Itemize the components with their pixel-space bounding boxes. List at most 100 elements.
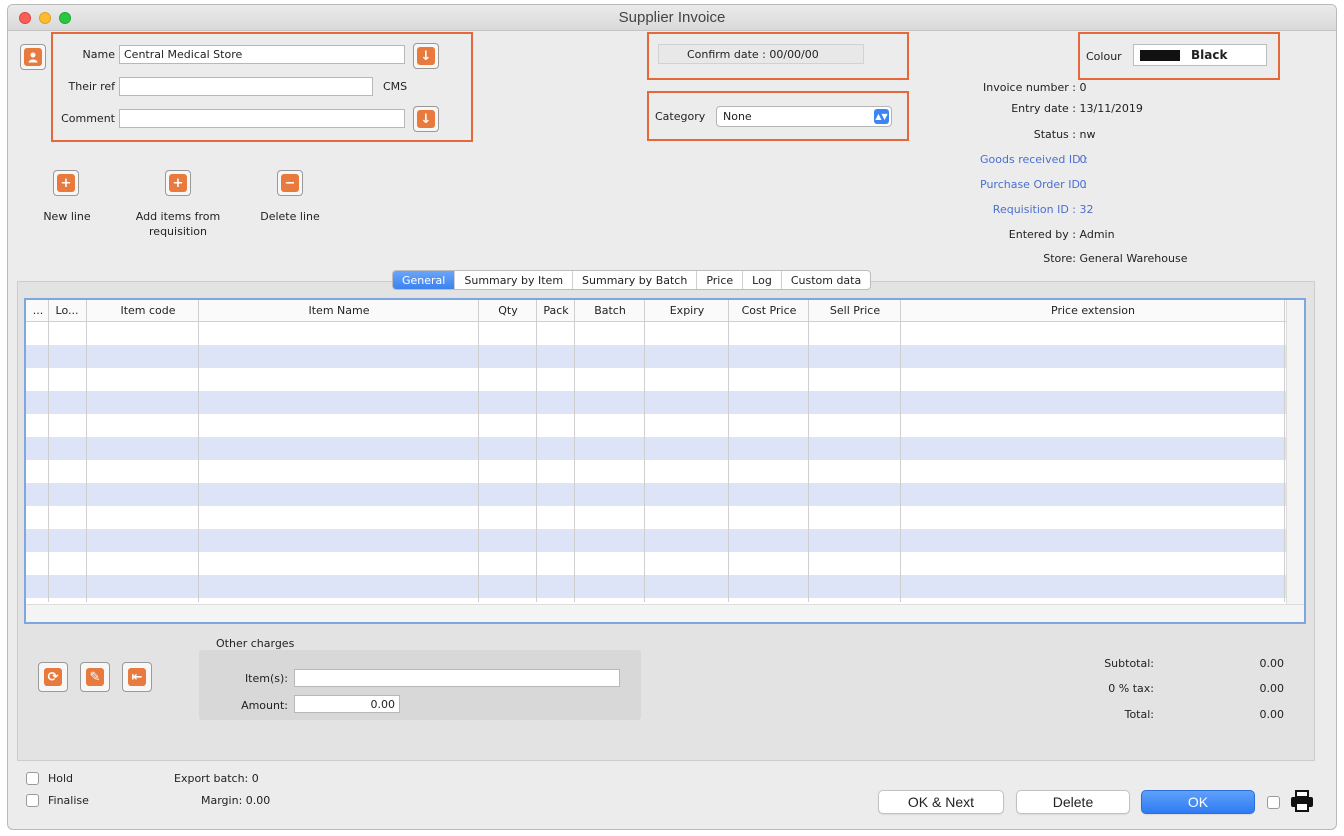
info-invoice-number: Invoice number : 0 bbox=[983, 81, 1087, 94]
invoice-lines-table[interactable]: ... Lo... Item code Item Name Qty Pack B… bbox=[24, 298, 1306, 624]
horizontal-scrollbar[interactable] bbox=[26, 604, 1304, 622]
tab-general[interactable]: General bbox=[393, 271, 456, 289]
info-entry-date: Entry date : 13/11/2019 bbox=[1011, 102, 1143, 115]
table-row[interactable] bbox=[26, 506, 1286, 529]
column-divider bbox=[574, 300, 575, 602]
column-header-expiry[interactable]: Expiry bbox=[646, 304, 728, 317]
print-checkbox[interactable] bbox=[1267, 796, 1280, 809]
tax-value: 0.00 bbox=[1259, 682, 1285, 695]
their-ref-field[interactable] bbox=[119, 77, 373, 96]
confirm-date-display: Confirm date : 00/00/00 bbox=[658, 44, 864, 64]
colour-select[interactable]: Black bbox=[1133, 44, 1267, 66]
minus-icon: − bbox=[281, 174, 299, 192]
table-row[interactable] bbox=[26, 460, 1286, 483]
arrow-down-icon: ↓ bbox=[417, 110, 435, 128]
info-requisition-id[interactable]: Requisition ID : 32 bbox=[980, 203, 1094, 216]
column-header-price-extension[interactable]: Price extension bbox=[902, 304, 1284, 317]
hold-label: Hold bbox=[48, 772, 74, 785]
comment-dropdown-button[interactable]: ↓ bbox=[413, 106, 439, 132]
finalise-checkbox[interactable] bbox=[26, 794, 39, 807]
tab-summary-by-item[interactable]: Summary by Item bbox=[455, 271, 574, 289]
other-charges-amount-label: Amount: bbox=[241, 699, 288, 712]
colour-swatch bbox=[1140, 50, 1180, 61]
name-field[interactable]: Central Medical Store bbox=[119, 45, 405, 64]
edit-button[interactable]: ✎ bbox=[80, 662, 110, 692]
column-header-cost-price[interactable]: Cost Price bbox=[730, 304, 808, 317]
info-goods-received-id[interactable]: Goods received ID : 0 bbox=[980, 153, 1088, 166]
column-header-item-name[interactable]: Item Name bbox=[200, 304, 478, 317]
tab-log[interactable]: Log bbox=[743, 271, 782, 289]
supplier-lookup-button[interactable] bbox=[20, 44, 46, 70]
tab-custom-data[interactable]: Custom data bbox=[782, 271, 870, 289]
add-items-label-1: Add items from bbox=[135, 210, 221, 223]
delete-button[interactable]: Delete bbox=[1016, 790, 1130, 814]
table-row[interactable] bbox=[26, 391, 1286, 414]
column-header-qty[interactable]: Qty bbox=[480, 304, 536, 317]
export-batch-text: Export batch: 0 bbox=[174, 772, 259, 785]
info-status: Status : nw bbox=[1033, 128, 1096, 141]
margin-text: Margin: 0.00 bbox=[201, 794, 271, 807]
hold-checkbox[interactable] bbox=[26, 772, 39, 785]
colour-value: Black bbox=[1191, 48, 1228, 62]
table-row[interactable] bbox=[26, 322, 1286, 345]
other-charges-items-field[interactable] bbox=[294, 669, 620, 687]
other-charges-amount-field[interactable]: 0.00 bbox=[294, 695, 400, 713]
tab-bar: General Summary by Item Summary by Batch… bbox=[392, 270, 872, 290]
table-row[interactable] bbox=[26, 529, 1286, 552]
vertical-scrollbar[interactable] bbox=[1286, 300, 1304, 622]
confirm-date-value: 00/00/00 bbox=[769, 48, 819, 61]
column-divider bbox=[808, 300, 809, 602]
table-row[interactable] bbox=[26, 437, 1286, 460]
total-value: 0.00 bbox=[1259, 708, 1285, 721]
column-divider bbox=[48, 300, 49, 602]
subtotal-value: 0.00 bbox=[1259, 657, 1285, 670]
plus-icon: + bbox=[57, 174, 75, 192]
column-header-pack[interactable]: Pack bbox=[538, 304, 574, 317]
delete-line-button[interactable]: − bbox=[277, 170, 303, 196]
column-header-marker[interactable]: ... bbox=[28, 304, 48, 317]
info-store: Store: General Warehouse bbox=[1043, 252, 1188, 265]
plus-icon: + bbox=[169, 174, 187, 192]
ok-next-button[interactable]: OK & Next bbox=[878, 790, 1004, 814]
column-divider bbox=[478, 300, 479, 602]
add-items-label-2: requisition bbox=[149, 225, 207, 238]
category-value: None bbox=[723, 110, 752, 123]
table-row[interactable] bbox=[26, 368, 1286, 391]
table-row[interactable] bbox=[26, 552, 1286, 575]
table-row[interactable] bbox=[26, 414, 1286, 437]
column-header-batch[interactable]: Batch bbox=[576, 304, 644, 317]
column-divider bbox=[536, 300, 537, 602]
table-row[interactable] bbox=[26, 345, 1286, 368]
ok-button[interactable]: OK bbox=[1141, 790, 1255, 814]
category-select[interactable]: None ▲▼ bbox=[716, 106, 892, 127]
add-items-from-requisition-button[interactable]: + bbox=[165, 170, 191, 196]
comment-field[interactable] bbox=[119, 109, 405, 128]
refresh-icon: ⟳ bbox=[44, 668, 62, 686]
name-dropdown-button[interactable]: ↓ bbox=[413, 43, 439, 69]
column-divider bbox=[900, 300, 901, 602]
confirm-date-label: Confirm date : bbox=[687, 48, 766, 61]
export-button[interactable]: ⇤ bbox=[122, 662, 152, 692]
column-divider bbox=[644, 300, 645, 602]
tax-label: 0 % tax: bbox=[1108, 682, 1154, 695]
edit-icon: ✎ bbox=[86, 668, 104, 686]
their-ref-label: Their ref bbox=[68, 80, 115, 93]
tab-summary-by-batch[interactable]: Summary by Batch bbox=[573, 271, 698, 289]
column-header-sell-price[interactable]: Sell Price bbox=[810, 304, 900, 317]
printer-icon[interactable] bbox=[1289, 789, 1315, 813]
column-divider bbox=[86, 300, 87, 602]
column-header-location[interactable]: Lo... bbox=[50, 304, 84, 317]
info-purchase-order-id[interactable]: Purchase Order ID : 0 bbox=[980, 178, 1087, 191]
table-row[interactable] bbox=[26, 483, 1286, 506]
person-icon bbox=[24, 48, 42, 66]
column-header-item-code[interactable]: Item code bbox=[98, 304, 198, 317]
total-label: Total: bbox=[1124, 708, 1154, 721]
category-label: Category bbox=[655, 110, 706, 123]
new-line-label: New line bbox=[43, 210, 91, 223]
finalise-label: Finalise bbox=[48, 794, 89, 807]
name-label: Name bbox=[82, 48, 115, 61]
table-row[interactable] bbox=[26, 575, 1286, 598]
refresh-button[interactable]: ⟳ bbox=[38, 662, 68, 692]
new-line-button[interactable]: + bbox=[53, 170, 79, 196]
tab-price[interactable]: Price bbox=[697, 271, 744, 289]
